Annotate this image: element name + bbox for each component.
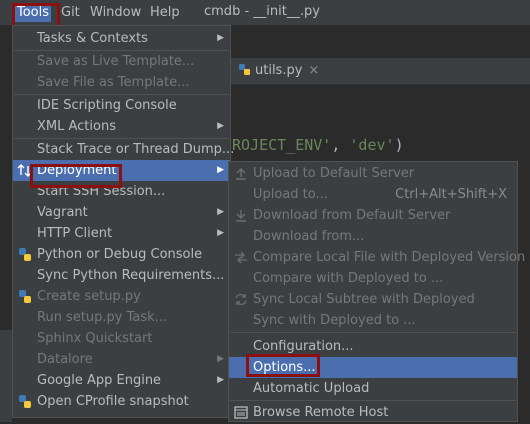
- menu-item-label: Download from...: [253, 229, 365, 244]
- tools-item-start-ssh-session[interactable]: Start SSH Session...: [13, 181, 230, 202]
- menu-item-label: Sync with Deployed to ...: [253, 313, 416, 328]
- menu-item-label: XML Actions: [37, 119, 116, 134]
- menu-item-label: HTTP Client: [37, 226, 113, 241]
- menu-item-label: Save as Live Template...: [37, 54, 195, 69]
- python-icon: [17, 289, 33, 304]
- menubar: Tools Git Window Help cmdb - __init__.py: [0, 0, 530, 25]
- window-title: cmdb - __init__.py: [204, 4, 320, 19]
- menu-item-label: Save File as Template...: [37, 75, 190, 90]
- shortcut-label: Ctrl+Alt+Shift+X: [395, 187, 507, 202]
- tools-item-google-app-engine[interactable]: Google App Engine ▶: [13, 370, 230, 391]
- deploy-item-compare-with-deployed-to[interactable]: Compare with Deployed to ...: [229, 268, 517, 289]
- tools-item-open-cprofile-snapshot[interactable]: Open CProfile snapshot: [13, 391, 230, 412]
- tools-item-stack-trace-or-thread-dump[interactable]: Stack Trace or Thread Dump...: [13, 139, 234, 160]
- deploy-item-configuration[interactable]: Configuration...: [229, 336, 517, 357]
- deploy-item-compare-local-file-with-deployed-version[interactable]: Compare Local File with Deployed Version: [229, 247, 525, 268]
- menu-help[interactable]: Help: [150, 4, 180, 22]
- menu-item-label: Run setup.py Task...: [37, 310, 168, 325]
- code-separator: ,: [331, 136, 350, 154]
- menu-item-label: IDE Scripting Console: [37, 98, 177, 113]
- compare-icon: [233, 250, 249, 265]
- left-tool-strip: [0, 330, 12, 422]
- menu-item-label: Browse Remote Host: [253, 405, 389, 420]
- menu-item-label: Sync Local Subtree with Deployed: [253, 292, 475, 307]
- sync-icon: [233, 292, 249, 307]
- tools-item-save-as-live-template[interactable]: Save as Live Template...: [13, 51, 230, 72]
- tab-close-icon[interactable]: ×: [308, 63, 319, 78]
- tools-item-sphinx-quickstart[interactable]: Sphinx Quickstart: [13, 328, 230, 349]
- menu-item-label: Upload to Default Server: [253, 166, 415, 181]
- deploy-item-upload-to[interactable]: Upload to... Ctrl+Alt+Shift+X: [229, 184, 517, 205]
- tools-item-run-setup-py-task[interactable]: Run setup.py Task...: [13, 307, 230, 328]
- deploy-item-automatic-upload[interactable]: Automatic Upload: [229, 378, 517, 399]
- menu-item-label: Configuration...: [253, 339, 354, 354]
- submenu-arrow-icon: ▶: [217, 354, 224, 364]
- menu-item-label: Google App Engine: [37, 373, 162, 388]
- tools-item-deployment[interactable]: Deployment ▶: [13, 160, 230, 181]
- menu-window[interactable]: Window: [90, 4, 141, 22]
- tools-item-sync-python-requirements[interactable]: Sync Python Requirements...: [13, 265, 230, 286]
- deploy-item-upload-to-default-server[interactable]: Upload to Default Server: [229, 163, 517, 184]
- menu-item-label: Vagrant: [37, 205, 88, 220]
- menu-git[interactable]: Git: [61, 4, 80, 22]
- python-file-icon: [239, 64, 250, 75]
- submenu-arrow-icon: ▶: [217, 207, 224, 217]
- tools-item-http-client[interactable]: HTTP Client ▶: [13, 223, 230, 244]
- menu-item-label: Tasks & Contexts: [37, 31, 148, 46]
- menu-item-label: Upload to...: [253, 187, 328, 202]
- menu-item-label: Compare with Deployed to ...: [253, 271, 444, 286]
- code-string-env: ROJECT_ENV': [232, 136, 332, 154]
- menu-item-label: Sync Python Requirements...: [37, 268, 225, 283]
- tools-item-tasks-contexts[interactable]: Tasks & Contexts ▶: [13, 28, 230, 49]
- menu-separator: [230, 400, 516, 401]
- submenu-arrow-icon: ▶: [217, 165, 224, 175]
- menu-item-label: Datalore: [37, 352, 93, 367]
- menu-item-label: Create setup.py: [37, 289, 141, 304]
- tools-item-vagrant[interactable]: Vagrant ▶: [13, 202, 230, 223]
- tools-item-datalore[interactable]: Datalore ▶: [13, 349, 230, 370]
- menu-item-label: Automatic Upload: [253, 381, 370, 396]
- tools-item-python-or-debug-console[interactable]: Python or Debug Console: [13, 244, 230, 265]
- menu-item-label: Python or Debug Console: [37, 247, 203, 262]
- submenu-arrow-icon: ▶: [217, 228, 224, 238]
- tab-utils-py[interactable]: utils.py ×: [238, 61, 319, 81]
- menu-item-label: Stack Trace or Thread Dump...: [37, 142, 235, 157]
- menu-item-label: Start SSH Session...: [37, 184, 166, 199]
- deploy-item-sync-local-subtree-with-deployed[interactable]: Sync Local Subtree with Deployed: [229, 289, 517, 310]
- deploy-item-options[interactable]: Options...: [229, 357, 517, 378]
- upload-icon: [233, 166, 249, 181]
- tab-label: utils.py: [255, 63, 303, 78]
- submenu-arrow-icon: ▶: [217, 375, 224, 385]
- menu-tools[interactable]: Tools: [15, 4, 52, 22]
- python-icon: [17, 394, 33, 409]
- tools-item-xml-actions[interactable]: XML Actions ▶: [13, 116, 230, 137]
- code-string-dev: 'dev': [349, 136, 395, 154]
- editor-tab-bar: utils.py ×: [230, 58, 530, 85]
- tools-item-create-setup-py[interactable]: Create setup.py: [13, 286, 230, 307]
- menu-item-label: Compare Local File with Deployed Version: [253, 250, 526, 265]
- deploy-item-browse-remote-host[interactable]: Browse Remote Host: [229, 402, 517, 423]
- tools-item-ide-scripting-console[interactable]: IDE Scripting Console: [13, 95, 230, 116]
- deployment-submenu: Upload to Default Server Upload to... Ctrl…: [228, 161, 525, 423]
- download-icon: [233, 208, 249, 223]
- menu-separator: [230, 332, 516, 333]
- menu-item-label: Sphinx Quickstart: [37, 331, 153, 346]
- remote-host-icon: [233, 405, 249, 420]
- deployment-icon: [17, 163, 33, 178]
- deploy-item-download-from-default-server[interactable]: Download from Default Server: [229, 205, 517, 226]
- menu-item-label: Deployment: [37, 163, 117, 178]
- code-paren: ): [394, 136, 404, 154]
- python-icon: [17, 247, 33, 262]
- submenu-arrow-icon: ▶: [217, 33, 224, 43]
- deploy-item-download-from[interactable]: Download from...: [229, 226, 517, 247]
- menu-item-label: Download from Default Server: [253, 208, 451, 223]
- tools-item-save-file-as-template[interactable]: Save File as Template...: [13, 72, 230, 93]
- submenu-arrow-icon: ▶: [217, 121, 224, 131]
- code-line: ROJECT_ENV', 'dev'): [232, 136, 404, 154]
- menu-item-label: Options...: [253, 360, 316, 375]
- deploy-item-sync-with-deployed-to[interactable]: Sync with Deployed to ...: [229, 310, 517, 331]
- menu-item-label: Open CProfile snapshot: [37, 394, 189, 409]
- tools-menu: Tasks & Contexts ▶ Save as Live Template..…: [12, 25, 234, 418]
